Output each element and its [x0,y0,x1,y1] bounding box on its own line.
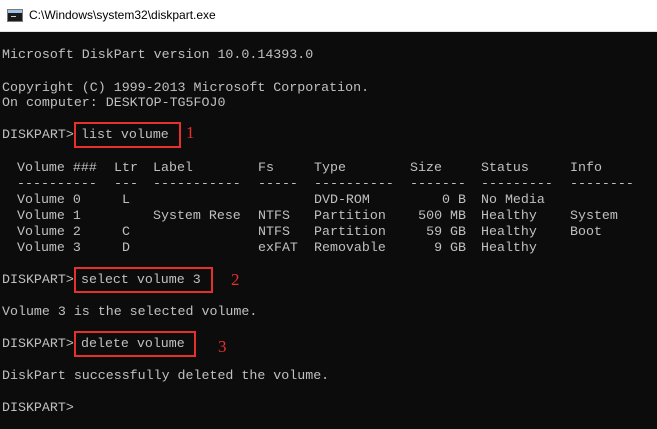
column-separator: ---------- [17,176,97,191]
type-cell: Partition [314,208,386,223]
volume-cell: Volume 3 [17,240,81,255]
column-header: Label [153,160,193,175]
info-cell: Boot [570,224,602,239]
size-cell: 500 MB [418,208,466,223]
size-cell: 59 GB [426,224,466,239]
fs-cell: NTFS [258,224,290,239]
step-number-1: 1 [186,123,195,142]
letter-cell: L [122,192,130,207]
column-header: Size [410,160,442,175]
column-header: Volume ### [17,160,97,175]
column-separator: ------- [410,176,466,191]
delete-result: DiskPart successfully deleted the volume… [2,368,330,383]
command-highlight-box [74,267,213,293]
column-separator: ----- [258,176,298,191]
status-cell: Healthy [481,208,537,223]
column-header: Fs [258,160,274,175]
prompt: DISKPART> [2,400,74,415]
volume-cell: Volume 1 [17,208,81,223]
window-title: C:\Windows\system32\diskpart.exe [29,8,216,22]
type-cell: DVD-ROM [314,192,370,207]
volume-cell: Volume 0 [17,192,81,207]
type-cell: Removable [314,240,386,255]
status-cell: No Media [481,192,545,207]
column-separator: ----------- [153,176,241,191]
column-header: Info [570,160,602,175]
computer-line: On computer: DESKTOP-TG5FOJ0 [2,95,226,110]
diskpart-window: C:\Windows\system32\diskpart.exe Microso… [0,0,657,429]
version-line: Microsoft DiskPart version 10.0.14393.0 [2,47,314,62]
select-result: Volume 3 is the selected volume. [2,304,258,319]
console-output[interactable]: Microsoft DiskPart version 10.0.14393.0 … [0,32,657,429]
status-cell: Healthy [481,240,537,255]
prompt: DISKPART> [2,272,74,287]
type-cell: Partition [314,224,386,239]
column-separator: --------- [481,176,553,191]
letter-cell: C [122,224,130,239]
fs-cell: exFAT [258,240,298,255]
step-number-2: 2 [231,270,240,289]
step-number-3: 3 [218,337,227,356]
command-highlight-box [74,122,181,148]
title-bar[interactable]: C:\Windows\system32\diskpart.exe [0,0,657,32]
console-app-icon [7,9,23,22]
copyright-line: Copyright (C) 1999-2013 Microsoft Corpor… [2,80,370,95]
prompt: DISKPART> [2,127,74,142]
status-cell: Healthy [481,224,537,239]
info-cell: System [570,208,618,223]
column-separator: ---------- [314,176,394,191]
letter-cell: D [122,240,130,255]
command-highlight-box [74,331,196,357]
column-separator: --- [114,176,138,191]
volume-cell: Volume 2 [17,224,81,239]
column-separator: -------- [570,176,634,191]
size-cell: 9 GB [434,240,466,255]
size-cell: 0 B [442,192,466,207]
column-header: Ltr [114,160,138,175]
column-header: Type [314,160,346,175]
label-cell: System Rese [153,208,241,223]
fs-cell: NTFS [258,208,290,223]
column-header: Status [481,160,529,175]
prompt: DISKPART> [2,336,74,351]
